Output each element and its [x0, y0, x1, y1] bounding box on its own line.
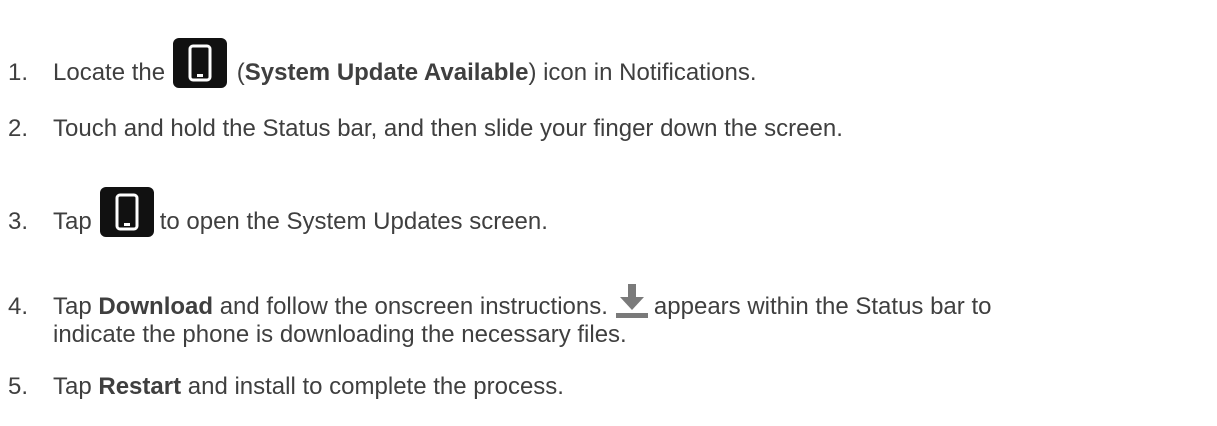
- step-number: 5.: [8, 373, 29, 400]
- step-text-line2: indicate the phone is downloading the ne…: [53, 321, 627, 348]
- step-text-post: ) icon in Notifications.: [528, 59, 757, 86]
- step-bold-term: Download: [98, 293, 214, 320]
- step-number: 4.: [8, 293, 29, 320]
- step-number: 1.: [8, 59, 29, 86]
- step-text: Locate the: [53, 59, 166, 86]
- step-text: Tap: [53, 373, 99, 400]
- step-text-paren: (: [230, 59, 245, 86]
- step-text: Tap: [53, 208, 92, 235]
- step-bold-term: System Update Available: [244, 59, 529, 86]
- step-5: 5. Tap Restart and install to complete th…: [8, 372, 564, 402]
- step-text-post: appears within the Status bar to: [653, 293, 992, 320]
- step-bold-term: Restart: [98, 373, 182, 400]
- step-text: Touch and hold the Status bar, and then …: [53, 115, 843, 142]
- step-3: 3. Tap to open the System Updates screen.: [8, 187, 548, 237]
- step-2: 2. Touch and hold the Status bar, and the…: [8, 114, 843, 144]
- step-4-continuation: indicate the phone is downloading the ne…: [53, 320, 627, 350]
- step-4: 4. Tap Download and follow the onscreen i…: [8, 284, 991, 322]
- step-text-post: to open the System Updates screen.: [159, 208, 548, 235]
- system-update-icon: [99, 187, 154, 237]
- step-number: 2.: [8, 115, 29, 142]
- step-1: 1. Locate the (System Update Available) i…: [8, 38, 757, 88]
- system-update-icon: [173, 38, 228, 88]
- step-text-mid: and follow the onscreen instructions.: [213, 293, 608, 320]
- step-text: Tap: [53, 293, 99, 320]
- step-text-post: and install to complete the process.: [181, 373, 564, 400]
- step-number: 3.: [8, 208, 29, 235]
- download-icon: [615, 284, 648, 318]
